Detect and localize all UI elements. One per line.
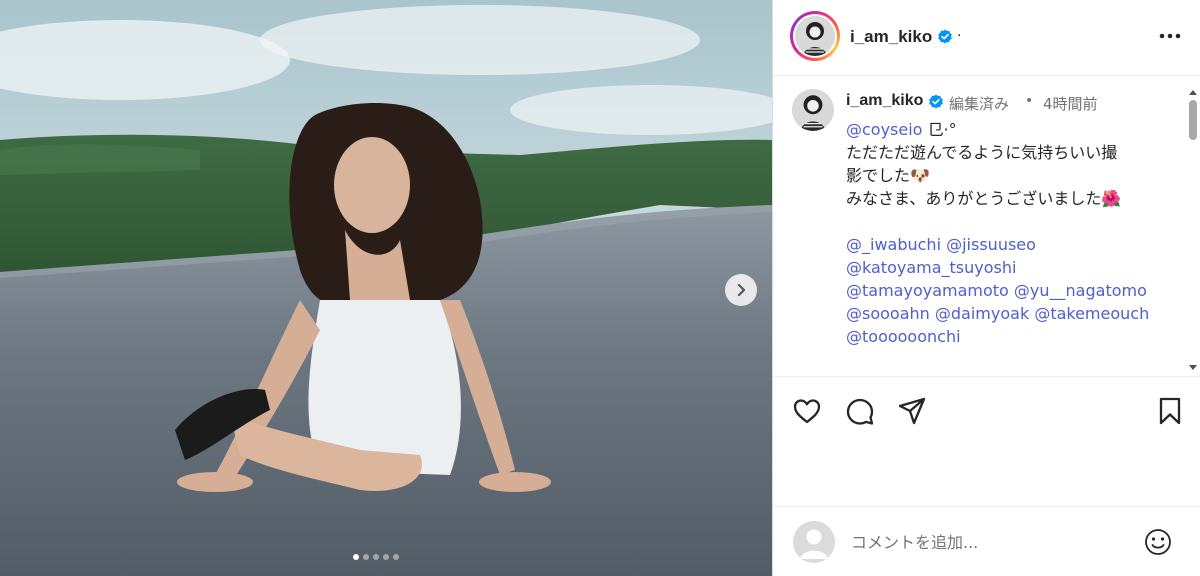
author-username[interactable]: i_am_kiko [850,27,932,47]
mention-link[interactable]: @_iwabuchi [846,235,941,254]
caption-text-segment: ただただ遊んでるように気持ちいい撮 [846,143,1118,162]
more-icon [1159,33,1181,39]
comment-icon[interactable] [844,395,876,427]
caption-line: @katoyama_tsuyoshi [846,256,1176,279]
scroll-up-arrow-icon[interactable] [1189,88,1197,96]
carousel-dot [383,554,389,560]
bookmark-icon[interactable] [1154,395,1186,427]
caption-scrollbar[interactable] [1187,88,1199,373]
more-options-button[interactable] [1155,24,1185,48]
caption-author-username[interactable]: i_am_kiko [846,92,923,110]
carousel-dot [353,554,359,560]
post-photo [0,0,772,576]
mention-link[interactable]: @daimyoak [935,304,1029,323]
viewer-avatar[interactable] [793,521,835,563]
scroll-down-arrow-icon[interactable] [1189,364,1197,372]
caption-text-segment: 影でした🐶 [846,166,930,185]
carousel-indicator [353,554,399,560]
mention-link[interactable]: @tamayoyamamoto [846,281,1009,300]
mention-link[interactable]: @katoyama_tsuyoshi [846,258,1016,277]
caption-text: @coyseio ⺋·° ただただ遊んでるように気持ちいい撮 影でした🐶 みなさま、あ… [846,118,1176,348]
mention-link[interactable]: @jissuuseo [946,235,1036,254]
add-comment-input[interactable] [851,531,1131,553]
meta-separator: • [1025,93,1034,109]
post-header: i_am_kiko · [773,0,1200,76]
carousel-dot [373,554,379,560]
verified-icon [938,29,952,44]
caption-line: @_iwabuchi @jissuuseo [846,233,1176,256]
header-separator: · [957,28,962,44]
caption-line: みなさま、ありがとうございました🌺 [846,187,1176,210]
caption-line: @coyseio ⺋·° [846,118,1176,141]
mention-link[interactable]: @takemeouch [1034,304,1149,323]
edited-label: 編集済み [949,95,1010,113]
post-media[interactable] [0,0,772,576]
caption-author-avatar[interactable] [792,89,834,131]
caption-line: @soooahn @daimyoak @takemeouch [846,302,1176,325]
post-sidebar: i_am_kiko · i_am_kiko 編集済み • 4時間前 @coyse… [772,0,1200,576]
caption-text-segment: みなさま、ありがとうございました🌺 [846,189,1122,208]
carousel-dot [393,554,399,560]
author-avatar[interactable] [790,11,840,61]
add-comment-bar [773,506,1200,576]
heart-icon[interactable] [791,395,823,427]
mention-link[interactable]: @soooahn [846,304,930,323]
carousel-dot [363,554,369,560]
chevron-right-icon [737,283,746,297]
caption-section: i_am_kiko 編集済み • 4時間前 @coyseio ⺋·° ただただ遊ん… [773,77,1200,374]
caption-line: @tamayoyamamoto @yu__nagatomo [846,279,1176,302]
verified-icon [929,94,943,109]
post-actions [773,376,1200,442]
caption-line: 影でした🐶 [846,164,1176,187]
mention-link[interactable]: @coyseio [846,120,922,139]
caption-text-segment: ⺋·° [922,120,957,139]
mention-link[interactable]: @yu__nagatomo [1014,281,1147,300]
scrollbar-thumb[interactable] [1189,100,1197,140]
mention-link[interactable]: @toooooonchi [846,327,961,346]
caption-line: @toooooonchi [846,325,1176,348]
share-icon[interactable] [896,395,928,427]
emoji-icon[interactable] [1142,526,1174,558]
carousel-next-button[interactable] [725,274,757,306]
caption-line: ただただ遊んでるように気持ちいい撮 [846,141,1176,164]
post-timestamp[interactable]: 4時間前 [1043,93,1098,114]
